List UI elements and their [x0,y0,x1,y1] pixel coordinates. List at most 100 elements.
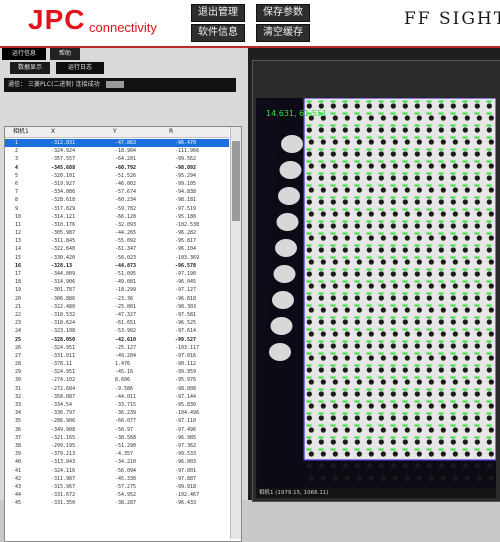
exit-management-button[interactable]: 退出管理 [191,4,245,22]
table-row[interactable]: 3 -357.557 -64.201 -99.562 [5,155,229,163]
detect-mark [486,304,492,307]
detect-mark [306,328,312,331]
logo-jpc: JPC [28,4,86,35]
pad-dot [332,163,338,169]
table-row[interactable]: 11 -310.176 -32.093 -102.538 [5,221,229,229]
detect-mark [438,436,444,439]
subtab-data-display[interactable]: 数据显示 [10,62,50,74]
table-row[interactable]: 23 -318.624 -61.651 -96.525 [5,319,229,327]
detect-mark [462,280,468,283]
table-row[interactable]: 20 -306.886 -23.36 -96.818 [5,295,229,303]
pad-dot [476,139,482,145]
table-row[interactable]: 9 -317.029 -59.782 -97.519 [5,205,229,213]
table-row[interactable]: 19 -301.787 -18.299 -97.127 [5,286,229,294]
cell-r: -98.008 [175,385,197,392]
table-row[interactable]: 39 -379.213 -4.357 -99.533 [5,450,229,458]
table-row[interactable]: 5 -320.101 -51.526 -95.294 [5,172,229,180]
pad-dot [476,259,482,265]
table-row[interactable]: 43 -315.967 -57.275 -99.918 [5,483,229,491]
cell-r: -95.294 [175,172,197,179]
table-row[interactable]: 25 -328.050 -42.610 -99.527 [5,336,229,344]
table-row[interactable]: 10 -314.121 -66.120 -95.180 [5,213,229,221]
pad-dot [416,355,422,361]
pad-dot [332,451,338,457]
detect-mark [390,412,396,415]
detect-mark [378,220,384,223]
cell-x: -331.672 [51,492,76,499]
software-info-button[interactable]: 软件信息 [191,24,245,42]
table-scrollbar[interactable] [230,127,241,539]
table-row[interactable]: 15 -330.420 -56.023 -103.369 [5,254,229,262]
pad-dot [332,259,338,265]
table-row[interactable]: 45 -331.350 -38.287 -96.433 [5,499,229,507]
pad-dot [356,403,362,409]
table-row[interactable]: 34 -336.797 -36.239 -104.496 [5,409,229,417]
table-row[interactable]: 8 -328.618 -60.234 -98.181 [5,196,229,204]
camera-view[interactable]: 14.631, 61.551 相机1 (1979.15, 1066.11) [256,97,497,498]
detect-mark [474,100,480,103]
cell-r: -96.985 [175,434,197,441]
table-row[interactable]: 32 -358.087 -44.011 -97.144 [5,393,229,401]
table-row[interactable]: 18 -314.906 -49.081 -96.045 [5,278,229,286]
tab-help[interactable]: 帮助 [50,48,80,60]
detect-mark [414,364,420,367]
table-row[interactable]: 36 -349.908 -56.97 -97.496 [5,426,229,434]
detect-mark [426,316,432,319]
table-row[interactable]: 28 -378.11 1.476 -90.112 [5,360,229,368]
pad-dot [378,271,384,277]
detect-mark [486,256,492,259]
subtab-run-log[interactable]: 运行日志 [56,62,104,74]
table-row[interactable]: 17 -344.009 -51.095 -97.190 [5,270,229,278]
table-row[interactable]: 37 -321.165 -38.568 -96.985 [5,434,229,442]
tab-run-info[interactable]: 运行信息 [2,48,46,60]
clear-cache-button[interactable]: 清空缓存 [256,24,310,42]
save-params-button[interactable]: 保存参数 [256,4,310,22]
detect-mark [330,136,336,139]
table-row[interactable]: 24 -323.108 -53.902 -97.614 [5,327,229,335]
table-row[interactable]: 14 -322.640 -61.347 -96.104 [5,245,229,253]
table-row[interactable]: 40 -313.043 -34.210 -96.003 [5,458,229,466]
pad-dot [488,259,494,265]
table-row[interactable]: 7 -334.086 -57.674 -94.838 [5,188,229,196]
cell-r: -97.887 [175,475,197,482]
detect-mark [462,232,468,235]
pad-dot [342,151,348,157]
detect-mark [306,268,312,271]
table-row[interactable]: 41 -324.116 -56.094 -97.001 [5,467,229,475]
table-row[interactable]: 33 -334.54 -33.715 -95.830 [5,401,229,409]
table-row[interactable]: 22 -318.532 -47.327 -97.581 [5,311,229,319]
pad-dot [486,319,492,325]
scrollbar-thumb[interactable] [232,141,240,221]
pad-dot [330,319,336,325]
detect-mark [462,220,468,223]
pad-dot [488,139,494,145]
table-row[interactable]: 26 -324.951 -25.127 -103.117 [5,344,229,352]
table-row[interactable]: 6 -319.927 -46.002 -99.105 [5,180,229,188]
pad-dot [320,187,326,193]
table-row[interactable]: 16 -328.13 -44.873 -96.578 [5,262,229,270]
table-row[interactable]: 1 -312.031 -47.863 -96.470 [5,139,229,148]
detect-mark [390,400,396,403]
detect-mark [426,436,432,439]
table-row[interactable]: 44 -331.672 -54.952 -102.467 [5,491,229,499]
table-row[interactable]: 4 -345.688 -60.792 -98.092 [5,164,229,172]
table-row[interactable]: 30 -274.102 8.606 -95.976 [5,376,229,384]
pad-dot [428,187,434,193]
table-row[interactable]: 35 -286.906 -66.077 -97.110 [5,417,229,425]
detect-mark [330,376,336,379]
detect-mark [450,352,456,355]
table-row[interactable]: 13 -311.845 -55.092 -95.817 [5,237,229,245]
pad-dot [344,451,350,457]
cell-x: -328.13 [51,262,73,269]
table-row[interactable]: 27 -331.011 -49.204 -97.016 [5,352,229,360]
detect-mark [462,100,468,103]
table-row[interactable]: 12 -305.987 -44.265 -96.282 [5,229,229,237]
table-row[interactable]: 38 -299.195 -51.290 -97.362 [5,442,229,450]
table-row[interactable]: 31 -272.684 -9.586 -98.008 [5,385,229,393]
table-row[interactable]: 21 -322.480 -25.001 -98.303 [5,303,229,311]
pad-dot [344,475,350,481]
table-row[interactable]: 2 -324.924 -18.904 -111.966 [5,147,229,155]
table-row[interactable]: 29 -324.951 -45.16 -99.959 [5,368,229,376]
cell-id: 41 [15,467,22,474]
table-row[interactable]: 42 -311.987 -45.330 -97.887 [5,475,229,483]
